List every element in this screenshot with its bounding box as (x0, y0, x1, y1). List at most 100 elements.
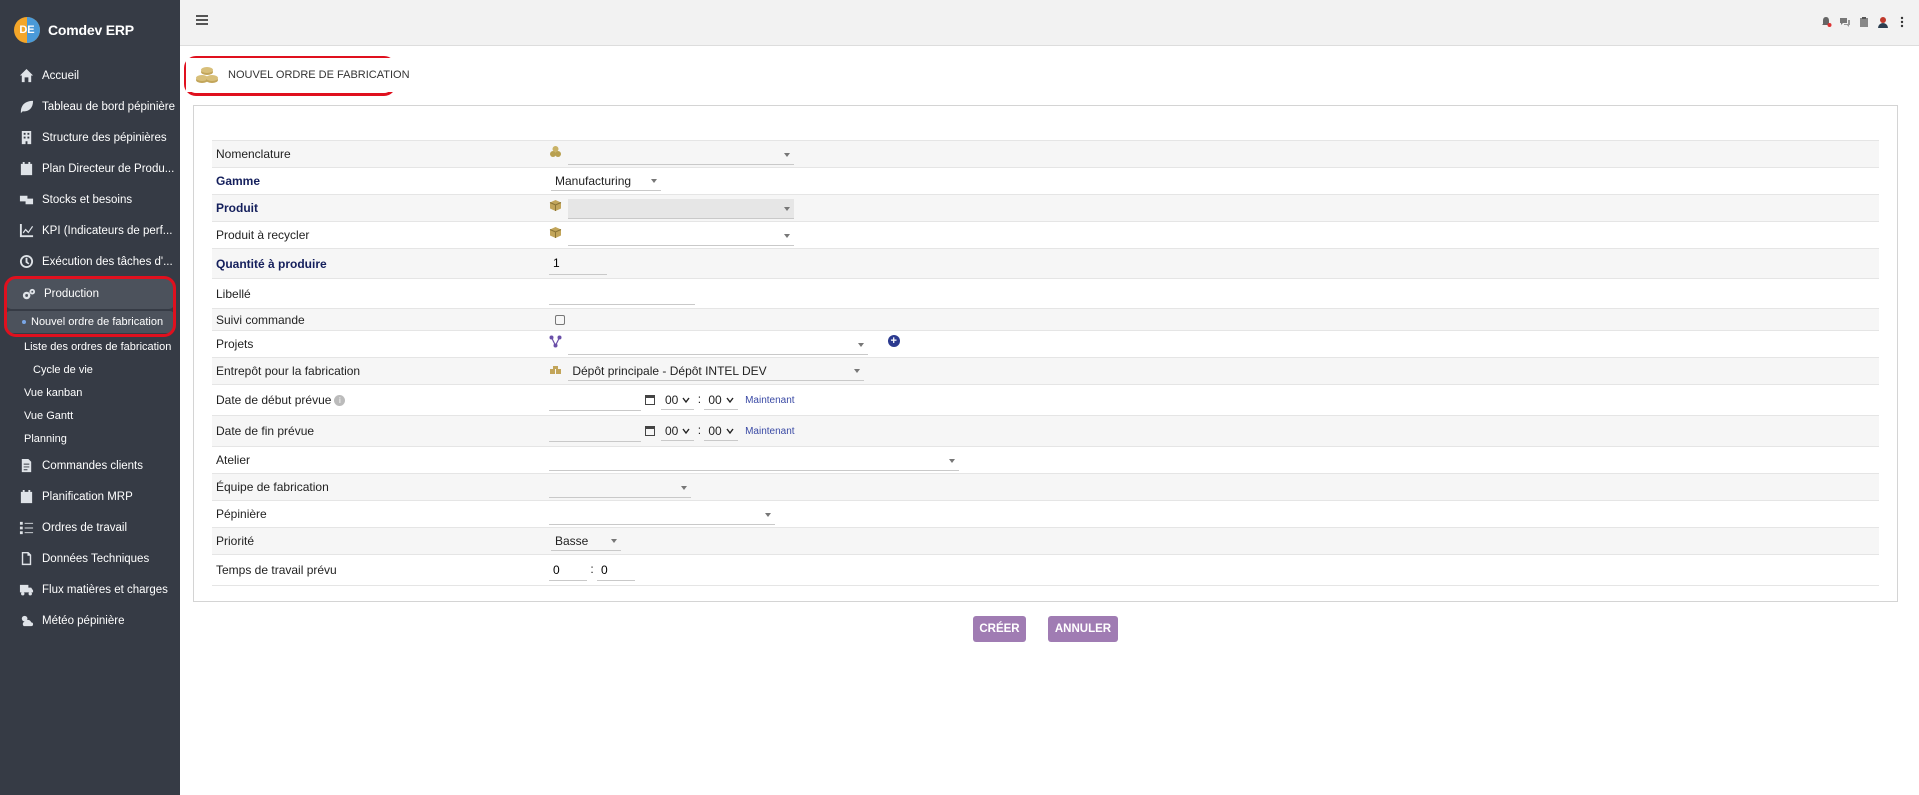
date-fin-input[interactable] (549, 420, 641, 442)
clipboard-icon[interactable] (1857, 15, 1871, 29)
equipe-select[interactable] (549, 478, 691, 498)
sidebar-subitem-label: Liste des ordres de fabrication (24, 340, 172, 353)
topbar-actions (1819, 15, 1909, 29)
cloud-sun-icon (18, 613, 34, 629)
sidebar-item-commandes-clients[interactable]: Commandes clients (0, 450, 180, 481)
sidebar-subitem-vue-gantt[interactable]: Vue Gantt (0, 404, 180, 427)
field-label: Date de fin prévue (212, 415, 545, 447)
sidebar-item-label: KPI (Indicateurs de perf... (42, 224, 173, 237)
sidebar-item-label: Météo pépinière (42, 614, 125, 627)
sidebar-subitem-label: Vue kanban (24, 386, 83, 399)
form-row-date-debut: Date de début prévue i 00 : 00 Maintenant (212, 384, 1879, 416)
sidebar-subitem-vue-kanban[interactable]: Vue kanban (0, 381, 180, 404)
field-label: Suivi commande (212, 308, 545, 331)
brand[interactable]: DE Comdev ERP (0, 0, 180, 60)
form-row-priorite: Priorité Basse (212, 527, 1879, 555)
produit-select[interactable] (568, 198, 795, 219)
temps-minutes-input[interactable] (597, 559, 636, 581)
sidebar-subitem-label: Planning (24, 432, 67, 445)
create-button[interactable]: Créer (973, 616, 1026, 642)
entrepot-select[interactable]: Dépôt principale - Dépôt INTEL DEV (568, 361, 865, 381)
field-label: Atelier (212, 446, 545, 474)
priorite-select[interactable]: Basse (551, 531, 621, 551)
topbar (180, 0, 1919, 46)
temps-hours-input[interactable] (549, 559, 587, 581)
warehouse-icon (549, 365, 562, 378)
gamme-select[interactable]: Manufacturing (551, 171, 661, 191)
date-debut-hour-select[interactable]: 00 (661, 390, 695, 410)
page-title: Nouvel ordre de fabrication (186, 58, 422, 92)
sidebar-item-tableau-de-bord[interactable]: Tableau de bord pépinière (0, 91, 180, 122)
sidebar-item-kpi[interactable]: KPI (Indicateurs de perf... (0, 215, 180, 246)
sidebar-item-execution[interactable]: Exécution des tâches d'... (0, 246, 180, 277)
sidebar-item-label: Ordres de travail (42, 521, 128, 534)
sidebar-item-flux-matieres[interactable]: Flux matières et charges (0, 574, 180, 605)
building-icon (18, 130, 34, 146)
date-fin-hour-select[interactable]: 00 (661, 421, 695, 441)
nomenclature-select[interactable] (568, 145, 795, 165)
user-avatar-icon[interactable] (1876, 15, 1890, 29)
date-debut-input[interactable] (549, 389, 641, 411)
info-icon: i (334, 395, 346, 407)
libelle-input[interactable] (549, 282, 695, 305)
more-vertical-icon[interactable] (1895, 15, 1909, 29)
form-row-suivi-commande: Suivi commande (212, 308, 1879, 331)
document-icon (18, 551, 34, 567)
projets-select[interactable] (568, 335, 869, 355)
sidebar-item-donnees-techniques[interactable]: Données Techniques (0, 543, 180, 574)
sidebar-item-label: Tableau de bord pépinière (42, 100, 175, 113)
highlight-production (4, 276, 176, 337)
field-label: Équipe de fabrication (212, 473, 545, 501)
form-row-equipe: Équipe de fabrication (212, 473, 1879, 501)
brand-logo: DE (14, 17, 40, 43)
form-row-entrepot: Entrepôt pour la fabrication Dépôt princ… (212, 357, 1879, 385)
sidebar-nav: Accueil Tableau de bord pépinière Struct… (0, 60, 180, 636)
sidebar-subitem-liste-ordres[interactable]: Liste des ordres de fabrication (0, 335, 180, 358)
cancel-button[interactable]: Annuler (1048, 616, 1118, 642)
date-debut-minute-select[interactable]: 00 (704, 390, 738, 410)
sidebar-item-label: Stocks et besoins (42, 193, 133, 206)
sidebar-item-planification-mrp[interactable]: Planification MRP (0, 481, 180, 512)
sidebar: DE Comdev ERP Accueil Tableau de bord pé… (0, 0, 180, 795)
sidebar-item-accueil[interactable]: Accueil (0, 60, 180, 91)
field-label: Produit à recycler (212, 221, 545, 249)
form-row-produit: Produit (212, 194, 1879, 222)
field-label: Entrepôt pour la fabrication (212, 357, 545, 385)
sidebar-item-label: Plan Directeur de Produ... (42, 162, 175, 175)
suivi-commande-checkbox[interactable] (555, 315, 565, 326)
field-label: Gamme (212, 167, 545, 195)
atelier-select[interactable] (549, 451, 959, 471)
sidebar-item-meteo[interactable]: Météo pépinière (0, 605, 180, 636)
sidebar-subitem-cycle-de-vie[interactable]: Cycle de vie (0, 358, 180, 381)
add-project-icon[interactable]: + (887, 335, 900, 348)
sidebar-subitem-planning[interactable]: Planning (0, 427, 180, 450)
sidebar-item-structure[interactable]: Structure des pépinières (0, 122, 180, 153)
sidebar-subitem-label: Vue Gantt (24, 409, 74, 422)
chart-line-icon (18, 223, 34, 239)
quantite-input[interactable] (549, 252, 607, 275)
boxes-icon (18, 192, 34, 208)
date-fin-minute-select[interactable]: 00 (704, 421, 738, 441)
sidebar-subitem-label: Cycle de vie (33, 363, 93, 376)
sidebar-item-plan-directeur[interactable]: Plan Directeur de Produ... (0, 153, 180, 184)
truck-icon (18, 582, 34, 598)
form-row-produit-recycler: Produit à recycler (212, 221, 1879, 249)
box-icon (549, 226, 562, 239)
sidebar-item-label: Exécution des tâches d'... (42, 255, 173, 268)
pepiniere-select[interactable] (549, 505, 775, 525)
form-row-nomenclature: Nomenclature (212, 140, 1879, 168)
field-label: Nomenclature (212, 140, 545, 168)
field-label: Temps de travail prévu (212, 554, 545, 586)
bell-alert-icon[interactable] (1819, 15, 1833, 29)
form-row-libelle: Libellé (212, 278, 1879, 309)
sidebar-item-ordres-de-travail[interactable]: Ordres de travail (0, 512, 180, 543)
time-separator: : (590, 562, 594, 577)
menu-toggle-icon[interactable] (196, 15, 208, 25)
calendar-icon[interactable] (645, 395, 655, 405)
calendar-icon[interactable] (645, 426, 655, 436)
sidebar-item-stocks[interactable]: Stocks et besoins (0, 184, 180, 215)
date-debut-now-link[interactable]: Maintenant (745, 395, 794, 406)
produit-recycler-select[interactable] (568, 226, 795, 246)
date-fin-now-link[interactable]: Maintenant (745, 426, 794, 437)
chat-icon[interactable] (1838, 15, 1852, 29)
